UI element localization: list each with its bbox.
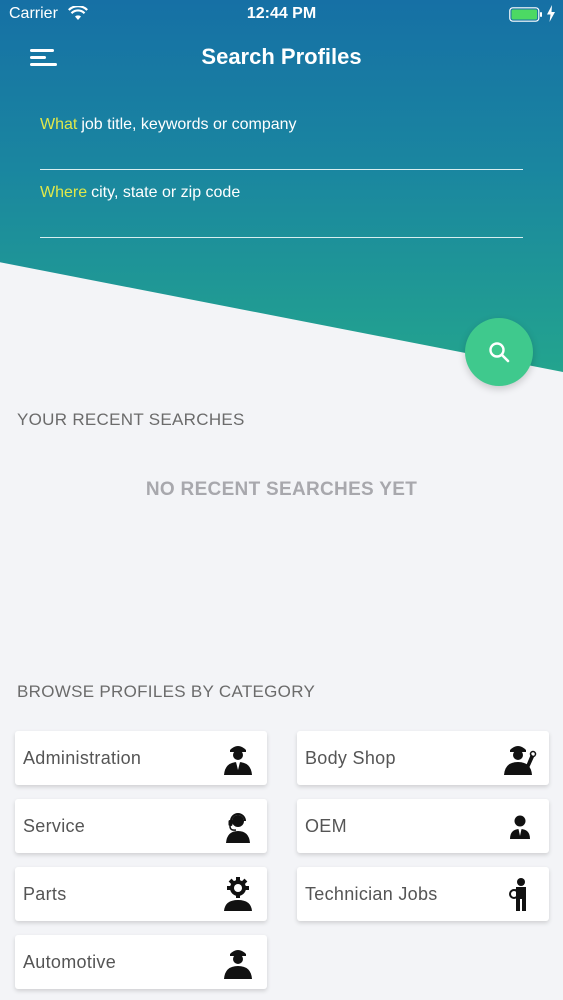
category-card-body-shop[interactable]: Body Shop xyxy=(297,731,549,785)
category-card-oem[interactable]: OEM xyxy=(297,799,549,853)
page-title: Search Profiles xyxy=(201,44,362,69)
what-field-label: What job title, keywords or company xyxy=(40,116,297,134)
businessman-icon xyxy=(510,815,530,839)
category-card-service[interactable]: Service xyxy=(15,799,267,853)
where-key-label: Where xyxy=(40,184,88,201)
category-label: Body Shop xyxy=(305,748,396,768)
what-search-input[interactable]: What job title, keywords or company xyxy=(40,114,523,170)
category-card-automotive[interactable]: Automotive xyxy=(15,935,267,989)
what-placeholder: job title, keywords or company xyxy=(81,116,297,133)
search-icon xyxy=(489,342,510,363)
battery-icon xyxy=(509,7,542,22)
category-label: Technician Jobs xyxy=(305,884,438,904)
category-label: Parts xyxy=(23,884,67,904)
manager-icon xyxy=(224,746,252,775)
category-card-parts[interactable]: Parts xyxy=(15,867,267,921)
category-card-administration[interactable]: Administration xyxy=(15,731,267,785)
recent-searches-heading: YOUR RECENT SEARCHES xyxy=(17,410,245,429)
category-label: Administration xyxy=(23,748,142,768)
charging-bolt-icon xyxy=(547,5,555,22)
category-card-technician-jobs[interactable]: Technician Jobs xyxy=(297,867,549,921)
category-label: Automotive xyxy=(23,952,117,972)
worker-icon xyxy=(224,950,252,979)
technician-icon xyxy=(509,878,526,911)
clock: 12:44 PM xyxy=(246,5,317,22)
category-label: OEM xyxy=(305,816,347,836)
browse-category-heading: BROWSE PROFILES BY CATEGORY xyxy=(17,682,316,701)
where-field-label: Where city, state or zip code xyxy=(40,184,240,202)
status-bar: Carrier 12:44 PM xyxy=(0,0,563,30)
category-label: Service xyxy=(23,816,86,836)
what-key-label: What xyxy=(40,116,78,133)
customer-service-icon xyxy=(226,813,250,843)
search-button[interactable] xyxy=(465,318,533,386)
gear-worker-icon xyxy=(224,877,252,911)
mechanic-icon xyxy=(504,746,537,775)
recent-searches-empty: NO RECENT SEARCHES YET xyxy=(145,479,418,500)
where-placeholder: city, state or zip code xyxy=(91,184,241,201)
where-search-input[interactable]: Where city, state or zip code xyxy=(40,182,523,238)
